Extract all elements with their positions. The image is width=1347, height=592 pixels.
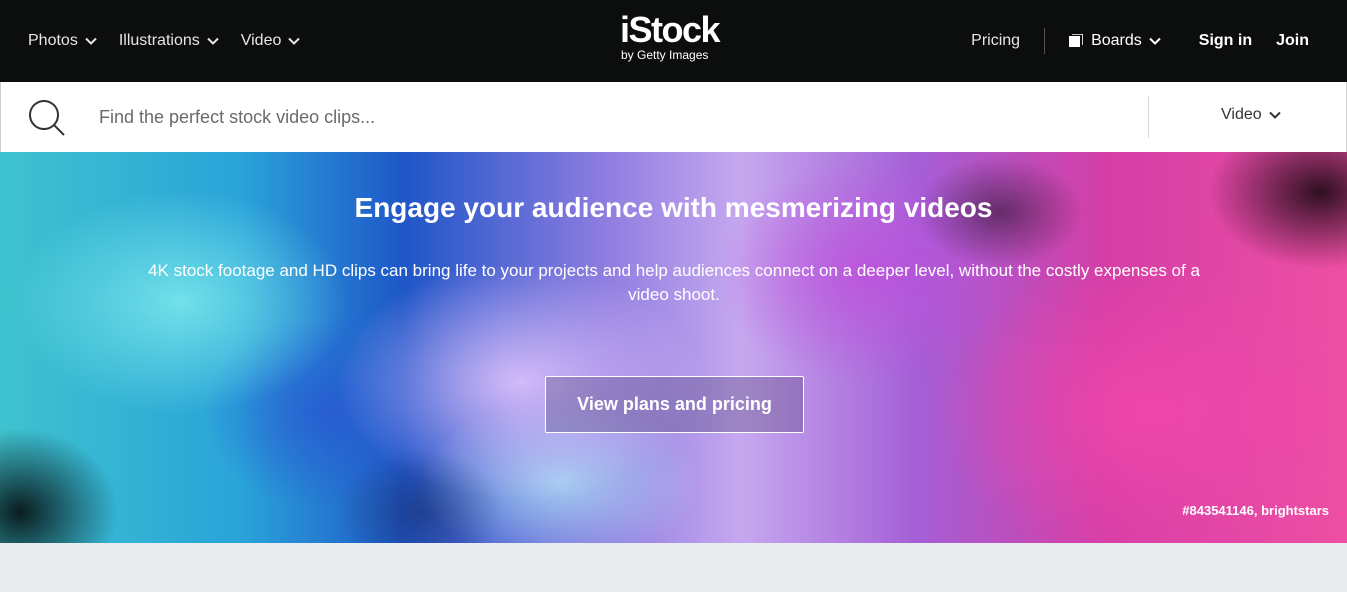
- nav-item-video[interactable]: Video: [241, 32, 301, 50]
- boards-icon: [1069, 33, 1084, 48]
- logo-wordmark: iStock: [620, 9, 721, 50]
- join-link[interactable]: Join: [1276, 32, 1309, 50]
- chevron-down-icon: [1149, 35, 1161, 47]
- pricing-link[interactable]: Pricing: [971, 32, 1020, 50]
- logo-tagline: by Getty Images: [621, 48, 709, 62]
- search-type-label: Video: [1221, 106, 1262, 123]
- search-type-dropdown[interactable]: Video: [1221, 106, 1281, 124]
- search-icon[interactable]: [27, 98, 67, 138]
- image-credit[interactable]: #843541146, brightstars: [1182, 503, 1329, 518]
- istock-logo[interactable]: iStock by Getty Images: [620, 12, 732, 68]
- chevron-down-icon: [85, 35, 97, 47]
- page-content-area: [0, 543, 1347, 592]
- search-bar: Video: [0, 82, 1347, 152]
- search-divider: [1148, 96, 1149, 138]
- boards-label: Boards: [1091, 32, 1142, 49]
- chevron-down-icon: [207, 35, 219, 47]
- hero-description: 4K stock footage and HD clips can bring …: [148, 261, 1200, 304]
- nav-item-photos[interactable]: Photos: [28, 32, 97, 50]
- chevron-down-icon: [1268, 109, 1281, 121]
- nav-item-label: Illustrations: [118, 32, 200, 49]
- nav-item-label: Photos: [28, 32, 78, 49]
- top-nav: Photos Illustrations Video iStock by Get…: [0, 0, 1347, 82]
- boards-menu[interactable]: Boards: [1069, 32, 1161, 50]
- account-nav: Pricing Boards Sign in Join: [971, 0, 1309, 82]
- nav-item-label: Video: [240, 32, 282, 49]
- hero-banner: Engage your audience with mesmerizing vi…: [0, 152, 1347, 543]
- search-input[interactable]: [99, 102, 1129, 132]
- nav-item-illustrations[interactable]: Illustrations: [119, 32, 219, 50]
- primary-nav: Photos Illustrations Video: [28, 0, 322, 82]
- hero-title: Engage your audience with mesmerizing vi…: [354, 192, 993, 223]
- sign-in-link[interactable]: Sign in: [1199, 32, 1252, 50]
- view-plans-button[interactable]: View plans and pricing: [545, 376, 804, 433]
- chevron-down-icon: [288, 35, 301, 47]
- nav-divider: [1044, 28, 1046, 54]
